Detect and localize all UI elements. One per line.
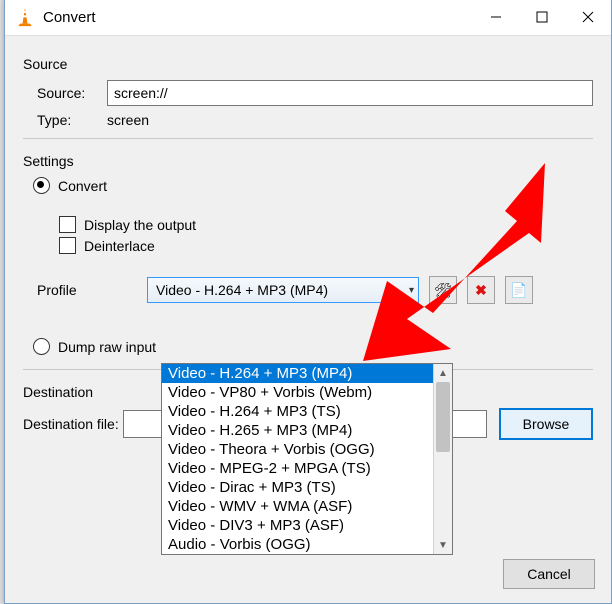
radio-icon: [33, 338, 50, 355]
vlc-cone-icon: [15, 7, 35, 27]
maximize-button[interactable]: [519, 0, 565, 35]
checkbox-icon: [59, 237, 76, 254]
new-profile-button[interactable]: 📄: [505, 276, 533, 304]
convert-radio-label: Convert: [58, 178, 107, 194]
convert-dialog: Convert Source Source: Type: screen Sett…: [4, 0, 612, 604]
delete-profile-button[interactable]: ✖: [467, 276, 495, 304]
dump-raw-label: Dump raw input: [58, 339, 156, 355]
type-label: Type:: [37, 112, 107, 128]
cancel-button[interactable]: Cancel: [503, 559, 595, 589]
profile-option[interactable]: Video - H.264 + MP3 (TS): [162, 402, 433, 421]
profile-option[interactable]: Video - Dirac + MP3 (TS): [162, 478, 433, 497]
minimize-button[interactable]: [473, 0, 519, 35]
profile-option[interactable]: Video - WMV + WMA (ASF): [162, 497, 433, 516]
scroll-up-icon[interactable]: ▲: [434, 364, 452, 382]
convert-radio-row[interactable]: Convert: [33, 177, 593, 194]
deinterlace-label: Deinterlace: [84, 238, 155, 254]
deinterlace-checkbox[interactable]: Deinterlace: [59, 237, 593, 254]
source-input[interactable]: [107, 80, 593, 106]
profile-option[interactable]: Video - DIV3 + MP3 (ASF): [162, 516, 433, 535]
profile-option[interactable]: Video - Theora + Vorbis (OGG): [162, 440, 433, 459]
profile-dropdown-list: Video - H.264 + MP3 (MP4) Video - VP80 +…: [161, 363, 453, 555]
scroll-track[interactable]: [434, 382, 452, 536]
source-group-label: Source: [23, 56, 593, 72]
display-output-checkbox[interactable]: Display the output: [59, 216, 593, 233]
dropdown-scrollbar[interactable]: ▲ ▼: [433, 364, 452, 554]
scroll-down-icon[interactable]: ▼: [434, 536, 452, 554]
profile-option[interactable]: Video - VP80 + Vorbis (Webm): [162, 383, 433, 402]
edit-profile-button[interactable]: 🛠: [429, 276, 457, 304]
destination-file-label: Destination file:: [23, 416, 119, 432]
browse-button[interactable]: Browse: [499, 408, 593, 440]
profile-option-list: Video - H.264 + MP3 (MP4) Video - VP80 +…: [162, 364, 433, 554]
profile-option[interactable]: Video - H.264 + MP3 (MP4): [162, 364, 433, 383]
dump-raw-radio-row[interactable]: Dump raw input: [33, 338, 593, 355]
radio-icon: [33, 177, 50, 194]
new-profile-icon: 📄: [510, 282, 527, 299]
type-value: screen: [107, 112, 149, 128]
profile-option[interactable]: Audio - Vorbis (OGG): [162, 535, 433, 554]
profile-combobox[interactable]: Video - H.264 + MP3 (MP4) ▾: [147, 277, 419, 303]
source-label: Source:: [37, 85, 107, 101]
titlebar: Convert: [5, 0, 611, 36]
delete-icon: ✖: [475, 282, 487, 299]
settings-group-label: Settings: [23, 153, 593, 169]
divider: [23, 138, 593, 139]
display-output-label: Display the output: [84, 217, 196, 233]
close-button[interactable]: [565, 0, 611, 35]
profile-selected-value: Video - H.264 + MP3 (MP4): [156, 282, 409, 298]
window-title: Convert: [43, 9, 473, 26]
dialog-footer: Cancel: [491, 559, 595, 589]
profile-option[interactable]: Video - H.265 + MP3 (MP4): [162, 421, 433, 440]
profile-label: Profile: [37, 282, 147, 298]
wrench-icon: 🛠: [434, 282, 452, 299]
scroll-thumb[interactable]: [436, 382, 450, 452]
checkbox-icon: [59, 216, 76, 233]
profile-option[interactable]: Video - MPEG-2 + MPGA (TS): [162, 459, 433, 478]
chevron-down-icon: ▾: [409, 285, 414, 296]
